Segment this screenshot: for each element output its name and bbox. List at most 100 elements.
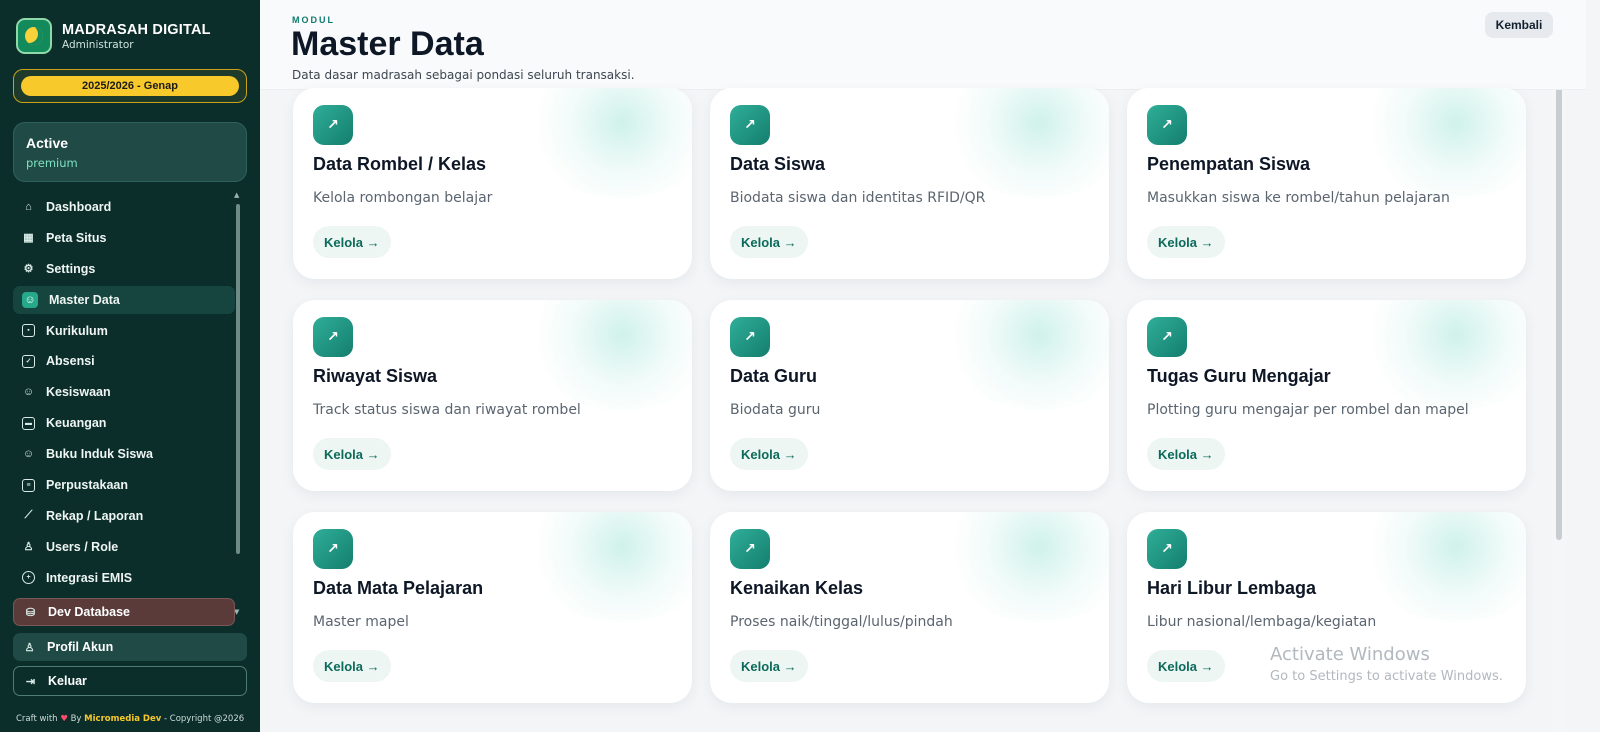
sidebar-item-keuangan[interactable]: ▬ Keuangan bbox=[13, 409, 235, 437]
card-penempatan-siswa[interactable]: ↗ Penempatan Siswa Masukkan siswa ke rom… bbox=[1127, 88, 1526, 279]
sidebar-item-label: Peta Situs bbox=[46, 230, 107, 245]
sidebar-item-absensi[interactable]: ✓ Absensi bbox=[13, 347, 235, 375]
sidebar-item-peta-situs[interactable]: ▦ Peta Situs bbox=[13, 224, 235, 252]
main-scrollbar[interactable] bbox=[1556, 36, 1562, 540]
card-data-guru[interactable]: ↗ Data Guru Biodata guru Kelola → bbox=[710, 300, 1109, 491]
sidebar-item-users-role[interactable]: ♙ Users / Role bbox=[13, 533, 235, 561]
sidebar-item-label: Dashboard bbox=[46, 200, 112, 214]
sidebar-item-label: Master Data bbox=[49, 292, 120, 307]
kelola-button[interactable]: Kelola → bbox=[313, 226, 391, 258]
sidebar-nav: ⌂ Dashboard ▦ Peta Situs ⚙ Settings ☺ Ma… bbox=[13, 193, 235, 595]
user-icon: ♙ bbox=[24, 641, 35, 654]
card-description: Biodata siswa dan identitas RFID/QR bbox=[730, 190, 986, 206]
card-title: Kenaikan Kelas bbox=[730, 578, 864, 598]
sidebar-item-label: Absensi bbox=[46, 354, 95, 369]
academic-year-selector[interactable]: 2025/2026 - Genap bbox=[13, 69, 247, 103]
academic-year-label: 2025/2026 - Genap bbox=[21, 76, 239, 96]
arrow-up-right-icon: ↗ bbox=[313, 529, 353, 569]
plus-circle-icon: + bbox=[22, 571, 35, 585]
sidebar-item-label: Users / Role bbox=[46, 539, 119, 554]
heart-icon: ♥ bbox=[60, 714, 68, 724]
kelola-button[interactable]: Kelola → bbox=[1147, 226, 1225, 258]
madrasah-logo-icon bbox=[16, 18, 52, 54]
arrow-up-right-icon: ↗ bbox=[730, 317, 770, 357]
users-icon: ☺ bbox=[22, 291, 38, 308]
license-status-card: Active premium bbox=[13, 122, 247, 182]
logout-icon: ⇥ bbox=[25, 675, 36, 688]
page-title: Master Data bbox=[291, 25, 484, 63]
kelola-button[interactable]: Kelola → bbox=[313, 650, 391, 682]
kelola-button[interactable]: Kelola → bbox=[730, 650, 808, 682]
card-title: Data Mata Pelajaran bbox=[313, 578, 484, 598]
status-title: Active bbox=[26, 135, 69, 151]
sidebar-item-perpustakaan[interactable]: ≡ Perpustakaan bbox=[13, 471, 235, 499]
back-button[interactable]: Kembali bbox=[1485, 12, 1553, 38]
card-title: Tugas Guru Mengajar bbox=[1147, 366, 1331, 386]
card-title: Data Rombel / Kelas bbox=[313, 154, 487, 174]
card-title: Data Siswa bbox=[730, 154, 826, 174]
module-eyebrow: MODUL bbox=[292, 15, 335, 25]
windows-activation-watermark: Activate Windows Go to Settings to activ… bbox=[1270, 644, 1503, 684]
card-kenaikan-kelas[interactable]: ↗ Kenaikan Kelas Proses naik/tinggal/lul… bbox=[710, 512, 1109, 703]
arrow-up-right-icon: ↗ bbox=[730, 529, 770, 569]
check-square-icon: ✓ bbox=[22, 354, 35, 368]
book-icon: ≡ bbox=[22, 478, 35, 492]
card-description: Libur nasional/lembaga/kegiatan bbox=[1147, 614, 1377, 630]
sidebar-item-settings[interactable]: ⚙ Settings bbox=[13, 255, 235, 283]
brand-subtitle: Administrator bbox=[62, 38, 134, 51]
card-data-rombel[interactable]: ↗ Data Rombel / Kelas Kelola rombongan b… bbox=[293, 88, 692, 279]
sidebar-item-integrasi-emis[interactable]: + Integrasi EMIS bbox=[13, 564, 235, 592]
sidebar-item-rekap-laporan[interactable]: ⟋ Rekap / Laporan bbox=[13, 502, 235, 530]
watermark-subtitle: Go to Settings to activate Windows. bbox=[1270, 669, 1503, 684]
card-title: Data Guru bbox=[730, 366, 818, 386]
card-description: Proses naik/tinggal/lulus/pindah bbox=[730, 614, 953, 630]
card-description: Track status siswa dan riwayat rombel bbox=[313, 402, 581, 418]
sidebar-item-kesiswaan[interactable]: ☺ Kesiswaan bbox=[13, 378, 235, 406]
profile-button[interactable]: ♙ Profil Akun bbox=[13, 633, 247, 661]
card-data-siswa[interactable]: ↗ Data Siswa Biodata siswa dan identitas… bbox=[710, 88, 1109, 279]
home-icon: ⌂ bbox=[25, 201, 32, 213]
sidebar-scrollbar[interactable] bbox=[236, 204, 240, 554]
kelola-button[interactable]: Kelola → bbox=[730, 438, 808, 470]
database-icon: ⛁ bbox=[25, 606, 36, 619]
card-description: Masukkan siswa ke rombel/tahun pelajaran bbox=[1147, 190, 1450, 206]
chart-icon: ⟋ bbox=[24, 509, 33, 522]
sidebar-item-master-data[interactable]: ☺ Master Data bbox=[13, 285, 235, 314]
profile-label: Profil Akun bbox=[47, 640, 114, 654]
sidebar: MADRASAH DIGITAL Administrator 2025/2026… bbox=[0, 0, 260, 732]
sidebar-item-dashboard[interactable]: ⌂ Dashboard bbox=[13, 193, 235, 221]
arrow-up-right-icon: ↗ bbox=[730, 105, 770, 145]
card-tugas-guru-mengajar[interactable]: ↗ Tugas Guru Mengajar Plotting guru meng… bbox=[1127, 300, 1526, 491]
sidebar-item-label: Keuangan bbox=[46, 416, 107, 431]
kelola-button[interactable]: Kelola → bbox=[1147, 438, 1225, 470]
card-riwayat-siswa[interactable]: ↗ Riwayat Siswa Track status siswa dan r… bbox=[293, 300, 692, 491]
sidebar-item-label: Integrasi EMIS bbox=[46, 570, 133, 585]
dev-database-label: Dev Database bbox=[48, 605, 130, 619]
card-title: Riwayat Siswa bbox=[313, 366, 438, 386]
sidebar-item-buku-induk-siswa[interactable]: ☺ Buku Induk Siswa bbox=[13, 440, 235, 468]
arrow-up-right-icon: ↗ bbox=[1147, 529, 1187, 569]
logout-button[interactable]: ⇥ Keluar bbox=[13, 666, 247, 696]
card-description: Master mapel bbox=[313, 614, 409, 630]
wallet-icon: ▬ bbox=[22, 416, 35, 430]
card-title: Penempatan Siswa bbox=[1147, 154, 1311, 174]
sidebar-item-label: Kurikulum bbox=[46, 323, 108, 338]
sidebar-item-label: Perpustakaan bbox=[46, 478, 128, 493]
kelola-button[interactable]: Kelola → bbox=[313, 438, 391, 470]
kelola-button[interactable]: Kelola → bbox=[1147, 650, 1225, 682]
dev-database-button[interactable]: ⛁ Dev Database bbox=[13, 598, 235, 626]
arrow-up-right-icon: ↗ bbox=[313, 105, 353, 145]
sidebar-item-kurikulum[interactable]: ▪ Kurikulum bbox=[13, 317, 235, 345]
brand-title: MADRASAH DIGITAL bbox=[62, 21, 211, 38]
logout-label: Keluar bbox=[48, 674, 87, 688]
arrow-up-right-icon: ↗ bbox=[1147, 105, 1187, 145]
user-icon: ♙ bbox=[23, 541, 34, 554]
card-description: Biodata guru bbox=[730, 402, 821, 418]
card-data-mata-pelajaran[interactable]: ↗ Data Mata Pelajaran Master mapel Kelol… bbox=[293, 512, 692, 703]
watermark-title: Activate Windows bbox=[1270, 644, 1430, 665]
arrow-up-right-icon: ↗ bbox=[1147, 317, 1187, 357]
kelola-button[interactable]: Kelola → bbox=[730, 226, 808, 258]
main-content: MODUL Master Data Data dasar madrasah se… bbox=[260, 0, 1600, 732]
footer-brand-link[interactable]: Micromedia Dev bbox=[84, 714, 161, 724]
page-subtitle: Data dasar madrasah sebagai pondasi selu… bbox=[292, 68, 635, 82]
